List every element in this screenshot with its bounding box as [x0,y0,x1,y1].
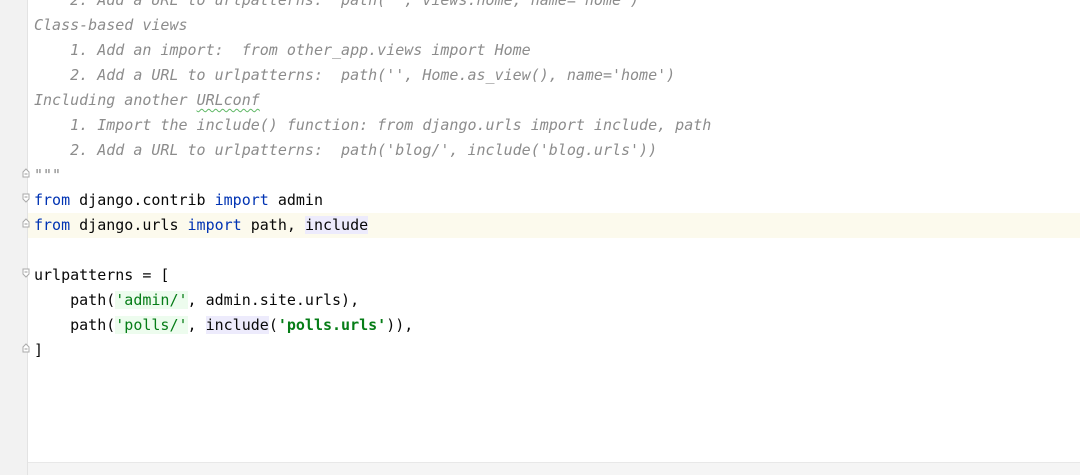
code-line[interactable]: 2. Add a URL to urlpatterns: path('blog/… [28,138,1080,163]
docstring-close: """ [34,166,62,184]
fold-end-icon[interactable] [21,218,31,228]
code-text: , admin.site.urls), [187,291,360,309]
string-literal: 'polls.urls' [277,316,387,334]
code-area[interactable]: 2. Add a URL to urlpatterns: path('', vi… [28,0,1080,463]
code-line[interactable]: 1. Import the include() function: from d… [28,113,1080,138]
editor-gutter[interactable] [0,0,28,475]
current-code-line[interactable]: from django.urls import path, include [28,213,1080,238]
code-line[interactable]: path('polls/', include('polls.urls')), [28,313,1080,338]
code-line[interactable]: path('admin/', admin.site.urls), [28,288,1080,313]
code-text: ( [268,316,278,334]
docstring-text: Including another [34,91,197,109]
string-literal: 'polls/' [115,316,188,334]
keyword: from [34,216,71,234]
highlighted-identifier[interactable]: include [205,316,269,334]
code-editor[interactable]: 2. Add a URL to urlpatterns: path('', vi… [0,0,1080,475]
function-call: path( [70,291,116,309]
import-name: admin [268,191,323,209]
keyword: import [187,216,242,234]
code-line[interactable]: 2. Add a URL to urlpatterns: path('', Ho… [28,63,1080,88]
docstring-text: Class-based views [34,16,188,34]
import-name: path, [241,216,305,234]
docstring-text: 2. Add a URL to urlpatterns: path('', vi… [34,0,640,9]
code-text: )), [386,316,414,334]
docstring-text: 2. Add a URL to urlpatterns: path('blog/… [34,141,658,159]
fold-start-icon[interactable] [21,193,31,203]
code-line[interactable]: urlpatterns = [ [28,263,1080,288]
module-name: django.contrib [70,191,215,209]
code-text: , [187,316,206,334]
docstring-text: 1. Add an import: from other_app.views i… [34,41,531,59]
fold-end-icon[interactable] [21,168,31,178]
code-line[interactable]: 1. Add an import: from other_app.views i… [28,38,1080,63]
code-line[interactable]: from django.contrib import admin [28,188,1080,213]
fold-end-icon[interactable] [21,343,31,353]
code-text: ] [34,341,44,359]
code-line[interactable]: """ [28,163,1080,188]
docstring-text: 2. Add a URL to urlpatterns: path('', Ho… [34,66,676,84]
code-line[interactable]: Class-based views [28,13,1080,38]
code-line[interactable]: 2. Add a URL to urlpatterns: path('', vi… [28,0,1080,13]
function-call: path( [70,316,116,334]
horizontal-scrollbar[interactable] [28,462,1080,475]
code-line[interactable] [28,238,1080,263]
keyword: from [34,191,71,209]
module-name: django.urls [70,216,188,234]
spelling-typo[interactable]: URLconf [197,91,260,109]
code-line[interactable]: Including another URLconf [28,88,1080,113]
code-text: urlpatterns = [ [34,266,170,284]
code-line[interactable]: ] [28,338,1080,363]
fold-start-icon[interactable] [21,268,31,278]
docstring-text: 1. Import the include() function: from d… [34,116,712,134]
keyword: import [214,191,269,209]
string-literal: 'admin/' [115,291,188,309]
highlighted-identifier[interactable]: include [304,216,369,234]
